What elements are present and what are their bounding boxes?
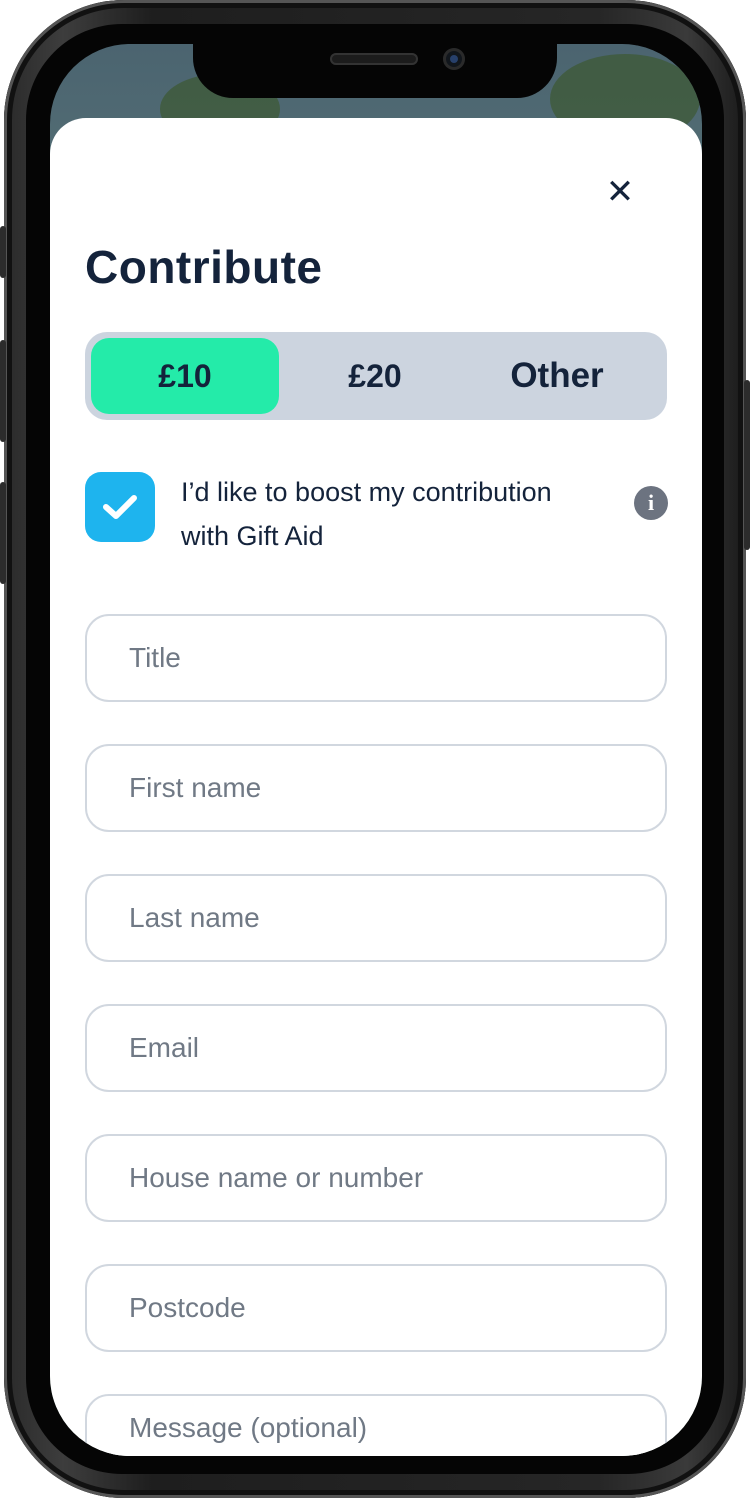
info-icon[interactable]: i bbox=[634, 486, 668, 520]
front-camera bbox=[443, 48, 465, 70]
close-button[interactable]: ✕ bbox=[602, 172, 638, 212]
checkmark-icon bbox=[103, 495, 137, 519]
last-name-input[interactable] bbox=[87, 876, 649, 960]
email-field bbox=[85, 1004, 667, 1092]
gift-aid-label: I’d like to boost my contribution with G… bbox=[181, 477, 552, 551]
volume-down-button bbox=[0, 482, 6, 584]
contribute-sheet: ✕ Contribute £10 £20 Other I’d like to b… bbox=[50, 118, 702, 1456]
last-name-field bbox=[85, 874, 667, 962]
message-field bbox=[85, 1394, 667, 1456]
house-field bbox=[85, 1134, 667, 1222]
first-name-field bbox=[85, 744, 667, 832]
message-input[interactable] bbox=[87, 1396, 649, 1456]
title-input[interactable] bbox=[87, 616, 649, 700]
gift-aid-row: I’d like to boost my contribution with G… bbox=[85, 470, 668, 570]
first-name-input[interactable] bbox=[87, 746, 649, 830]
volume-up-button bbox=[0, 340, 6, 442]
amount-option-10[interactable]: £10 bbox=[91, 338, 279, 414]
page-title: Contribute bbox=[85, 241, 323, 293]
amount-option-other[interactable]: Other bbox=[471, 338, 643, 414]
amount-option-20[interactable]: £20 bbox=[281, 338, 469, 414]
speaker-grille bbox=[330, 53, 418, 65]
house-input[interactable] bbox=[87, 1136, 649, 1220]
notch bbox=[193, 38, 557, 98]
email-input[interactable] bbox=[87, 1006, 649, 1090]
mute-switch bbox=[0, 226, 6, 278]
postcode-input[interactable] bbox=[87, 1266, 649, 1350]
title-field bbox=[85, 614, 667, 702]
gift-aid-checkbox[interactable] bbox=[85, 472, 155, 542]
close-icon: ✕ bbox=[605, 172, 635, 212]
postcode-field bbox=[85, 1264, 667, 1352]
power-button bbox=[744, 380, 750, 550]
amount-selector: £10 £20 Other bbox=[85, 332, 667, 420]
